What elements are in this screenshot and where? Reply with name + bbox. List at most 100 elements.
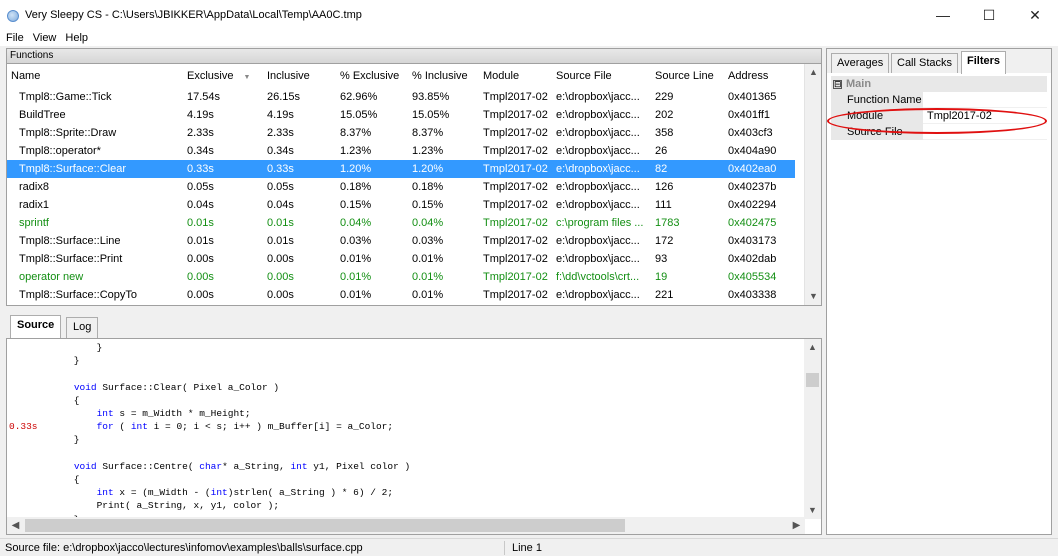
cell-module: Tmpl2017-02 bbox=[483, 199, 548, 211]
column-header-exclusive[interactable]: Exclusive ▼ bbox=[187, 70, 250, 82]
column-header-name[interactable]: Name bbox=[11, 70, 40, 82]
functions-scrollbar[interactable]: ▲ ▼ bbox=[804, 64, 821, 305]
scroll-up-icon[interactable]: ▲ bbox=[804, 339, 821, 356]
cell-pct-inclusive: 8.37% bbox=[412, 127, 444, 139]
cell-pct-inclusive: 0.01% bbox=[412, 271, 444, 283]
table-row[interactable]: Tmpl8::Surface::Print 0.00s 0.00s 0.01% 0.01… bbox=[7, 250, 795, 268]
column-header-pct-exclusive[interactable]: % Exclusive bbox=[340, 70, 399, 82]
table-row[interactable]: sprintf 0.01s 0.01s 0.04% 0.04% Tmpl2017-02 c:… bbox=[7, 214, 795, 232]
property-source-file[interactable]: Source File bbox=[831, 124, 1047, 140]
cell-pct-exclusive: 0.18% bbox=[340, 181, 372, 193]
table-row[interactable]: radix8 0.05s 0.05s 0.18% 0.18% Tmpl2017-02 e:\… bbox=[7, 178, 795, 196]
cell-name: radix1 bbox=[19, 199, 49, 211]
property-function-name[interactable]: Function Name bbox=[831, 92, 1047, 108]
cell-source-line: 19 bbox=[655, 271, 668, 283]
property-module[interactable]: Module Tmpl2017-02 bbox=[831, 108, 1047, 124]
cell-inclusive: 2.33s bbox=[267, 127, 294, 139]
table-row[interactable]: Tmpl8::operator* 0.34s 0.34s 1.23% 1.23% Tmpl… bbox=[7, 142, 795, 160]
cell-address: 0x404a90 bbox=[728, 145, 777, 157]
cell-inclusive: 0.00s bbox=[267, 289, 294, 301]
cell-inclusive: 0.01s bbox=[267, 235, 294, 247]
cell-pct-inclusive: 0.18% bbox=[412, 181, 444, 193]
cell-exclusive: 0.04s bbox=[187, 199, 214, 211]
cell-pct-inclusive: 15.05% bbox=[412, 109, 450, 121]
function-name-value[interactable] bbox=[924, 92, 1047, 108]
right-tab-bar: Averages Call Stacks Filters bbox=[827, 49, 1051, 74]
collapse-icon[interactable]: ⊟ bbox=[833, 79, 842, 89]
functions-list[interactable]: Name Exclusive ▼ Inclusive % Exclusive % … bbox=[6, 64, 822, 306]
cell-inclusive: 0.04s bbox=[267, 199, 294, 211]
scroll-thumb[interactable] bbox=[806, 373, 819, 387]
table-row[interactable]: radix1 0.04s 0.04s 0.15% 0.15% Tmpl2017-02 e:\… bbox=[7, 196, 795, 214]
cell-exclusive: 17.54s bbox=[187, 91, 221, 103]
table-row[interactable]: Tmpl8::Sprite::Draw 2.33s 2.33s 8.37% 8.37% T… bbox=[7, 124, 795, 142]
cell-source-line: 221 bbox=[655, 289, 674, 301]
scroll-thumb[interactable] bbox=[25, 519, 625, 532]
cell-inclusive: 0.05s bbox=[267, 181, 294, 193]
table-row[interactable]: operator new 0.00s 0.00s 0.01% 0.01% Tmpl2017… bbox=[7, 268, 795, 286]
status-source-file: Source file: e:\dropbox\jacco\lectures\i… bbox=[5, 542, 363, 554]
tab-averages[interactable]: Averages bbox=[831, 53, 890, 73]
property-grid: ⊟ Main Function Name Module Tmpl2017-02 S… bbox=[831, 76, 1047, 140]
menu-view[interactable]: View bbox=[33, 32, 57, 44]
cell-source-file: e:\dropbox\jacc... bbox=[556, 289, 640, 301]
close-button[interactable]: ✕ bbox=[1012, 0, 1058, 30]
table-row[interactable]: Tmpl8::Surface::CopyTo 0.00s 0.00s 0.01% 0.0… bbox=[7, 286, 795, 304]
tab-call-stacks[interactable]: Call Stacks bbox=[891, 53, 959, 73]
source-horizontal-scrollbar[interactable]: ◀ ▶ bbox=[7, 517, 805, 534]
cell-pct-inclusive: 1.23% bbox=[412, 145, 444, 157]
column-header-module[interactable]: Module bbox=[483, 70, 519, 82]
cell-module: Tmpl2017-02 bbox=[483, 271, 548, 283]
cell-pct-exclusive: 0.04% bbox=[340, 217, 372, 229]
source-file-value[interactable] bbox=[924, 124, 1047, 140]
cell-inclusive: 0.00s bbox=[267, 271, 294, 283]
scroll-down-icon[interactable]: ▼ bbox=[805, 288, 821, 305]
table-row[interactable]: memcpy0.00s0.00s0.01%0.01%Tmpl2017-02[un… bbox=[7, 304, 795, 305]
cell-name: operator new bbox=[19, 271, 84, 283]
table-row[interactable]: Tmpl8::Game::Tick 17.54s 26.15s 62.96% 93.85… bbox=[7, 88, 795, 106]
column-header-pct-inclusive[interactable]: % Inclusive bbox=[412, 70, 468, 82]
cell-name: Tmpl8::Surface::Clear bbox=[19, 163, 126, 175]
menu-file[interactable]: File bbox=[6, 32, 24, 44]
cell-module: Tmpl2017-02 bbox=[483, 289, 548, 301]
property-name: Source File bbox=[831, 124, 923, 140]
code-line: int s = m_Width * m_Height; bbox=[96, 408, 251, 419]
tab-filters[interactable]: Filters bbox=[961, 51, 1007, 74]
functions-panel-header: Functions bbox=[6, 48, 822, 64]
cell-pct-exclusive: 0.01% bbox=[340, 271, 372, 283]
category-main[interactable]: ⊟ Main bbox=[831, 76, 1047, 92]
table-row[interactable]: Tmpl8::Surface::Clear 0.33s 0.33s 1.20% 1.20… bbox=[7, 160, 795, 178]
cell-address: 0x403338 bbox=[728, 289, 777, 301]
table-row[interactable]: Tmpl8::Surface::Line 0.01s 0.01s 0.03% 0.03%… bbox=[7, 232, 795, 250]
status-line: Line 1 bbox=[512, 542, 542, 554]
tab-log[interactable]: Log bbox=[66, 317, 99, 338]
source-view[interactable]: } } void Surface::Clear( Pixel a_Color )… bbox=[6, 338, 822, 535]
column-header-source-line[interactable]: Source Line bbox=[655, 70, 714, 82]
cell-pct-inclusive: 0.01% bbox=[412, 289, 444, 301]
tab-source[interactable]: Source bbox=[10, 315, 62, 339]
cell-source-line: 172 bbox=[655, 235, 674, 247]
window-title: Very Sleepy CS - C:\Users\JBIKKER\AppDat… bbox=[25, 9, 362, 21]
cell-pct-inclusive: 0.04% bbox=[412, 217, 444, 229]
column-header-inclusive[interactable]: Inclusive bbox=[267, 70, 310, 82]
maximize-button[interactable]: ☐ bbox=[966, 0, 1012, 30]
source-vertical-scrollbar[interactable]: ▲ ▼ bbox=[804, 339, 821, 519]
cell-pct-inclusive: 1.20% bbox=[412, 163, 444, 175]
cell-address: 0x401365 bbox=[728, 91, 777, 103]
status-bar: Source file: e:\dropbox\jacco\lectures\i… bbox=[0, 538, 1058, 556]
scroll-right-icon[interactable]: ▶ bbox=[788, 517, 805, 534]
scroll-up-icon[interactable]: ▲ bbox=[805, 64, 821, 81]
code-line: int x = (m_Width - (int)strlen( a_String… bbox=[96, 487, 394, 499]
cell-name: Tmpl8::Surface::Line bbox=[19, 235, 121, 247]
column-header-source-file[interactable]: Source File bbox=[556, 70, 612, 82]
scroll-down-icon[interactable]: ▼ bbox=[804, 502, 821, 519]
module-value[interactable]: Tmpl2017-02 bbox=[924, 108, 1047, 124]
table-row[interactable]: BuildTree 4.19s 4.19s 15.05% 15.05% Tmpl2017-… bbox=[7, 106, 795, 124]
scroll-left-icon[interactable]: ◀ bbox=[7, 517, 24, 534]
menu-bar: File View Help bbox=[0, 30, 1058, 46]
menu-help[interactable]: Help bbox=[65, 32, 88, 44]
column-header-address[interactable]: Address bbox=[728, 70, 768, 82]
category-label: Main bbox=[846, 78, 872, 90]
cell-module: Tmpl2017-02 bbox=[483, 163, 548, 175]
minimize-button[interactable]: — bbox=[920, 0, 966, 30]
